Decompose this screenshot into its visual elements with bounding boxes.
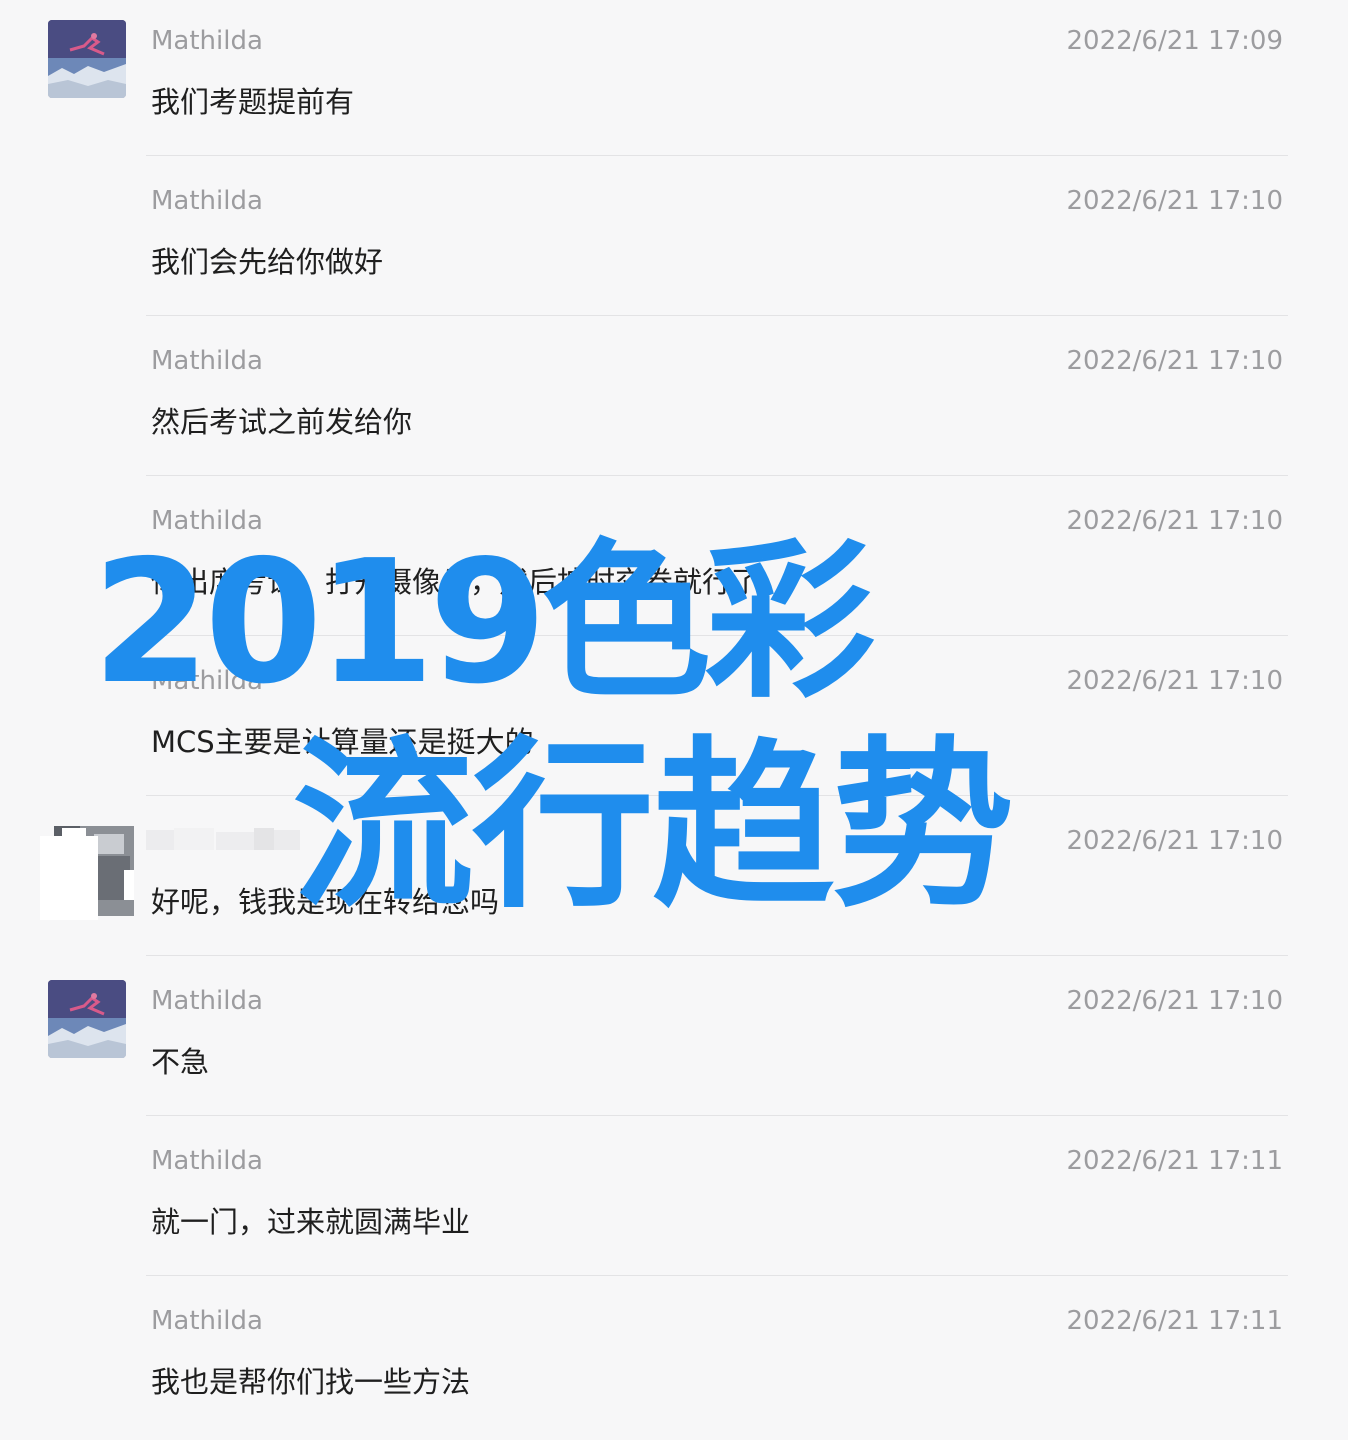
sender-name: Mathilda [151, 346, 263, 376]
sender-name: Mathilda [151, 1146, 263, 1176]
blurred-avatar-icon [40, 826, 134, 920]
message-item: Mathilda 2022/6/21 17:10 你出席考试，打开摄像头，然后按… [0, 480, 1348, 640]
divider [146, 315, 1288, 316]
message-item: Mathilda 2022/6/21 17:10 不急 [0, 960, 1348, 1120]
sender-name: Mathilda [151, 506, 263, 536]
message-item: Mathilda 2022/6/21 17:11 就一门，过来就圆满毕业 [0, 1120, 1348, 1280]
divider [146, 1275, 1288, 1276]
message-text[interactable]: 我也是帮你们找一些方法 [151, 1362, 470, 1402]
message-item: 2022/6/21 17:10 好呢，钱我是现在转给您吗 [0, 800, 1348, 960]
divider [146, 475, 1288, 476]
sender-name: Mathilda [151, 26, 263, 56]
divider [146, 955, 1288, 956]
message-item: Mathilda 2022/6/21 17:10 我们会先给你做好 [0, 160, 1348, 320]
message-text[interactable]: MCS主要是计算量还是挺大的 [151, 722, 534, 762]
chat-message-list: Mathilda 2022/6/21 17:09 我们考题提前有 Mathild… [0, 0, 1348, 1410]
redacted-name-graphic [146, 828, 300, 850]
message-text[interactable]: 我们考题提前有 [151, 82, 354, 122]
message-timestamp: 2022/6/21 17:10 [1066, 986, 1283, 1016]
sender-name: Mathilda [151, 186, 263, 216]
message-text[interactable]: 然后考试之前发给你 [151, 402, 412, 442]
contact-avatar[interactable] [48, 20, 126, 98]
message-timestamp: 2022/6/21 17:10 [1066, 506, 1283, 536]
sender-name: Mathilda [151, 666, 263, 696]
message-text[interactable]: 我们会先给你做好 [151, 242, 383, 282]
message-timestamp: 2022/6/21 17:09 [1066, 26, 1283, 56]
message-timestamp: 2022/6/21 17:10 [1066, 826, 1283, 856]
sender-name-blurred [146, 826, 306, 854]
message-timestamp: 2022/6/21 17:10 [1066, 186, 1283, 216]
message-item: Mathilda 2022/6/21 17:10 MCS主要是计算量还是挺大的 [0, 640, 1348, 800]
avatar-photo-icon [48, 20, 126, 98]
sender-name: Mathilda [151, 1306, 263, 1336]
avatar-photo-icon [48, 980, 126, 1058]
message-text[interactable]: 就一门，过来就圆满毕业 [151, 1202, 470, 1242]
divider [146, 155, 1288, 156]
divider [146, 635, 1288, 636]
message-timestamp: 2022/6/21 17:10 [1066, 666, 1283, 696]
message-text[interactable]: 好呢，钱我是现在转给您吗 [151, 882, 499, 922]
message-text[interactable]: 你出席考试，打开摄像头，然后按时交卷就行了 [151, 562, 760, 602]
message-timestamp: 2022/6/21 17:11 [1066, 1146, 1283, 1176]
message-timestamp: 2022/6/21 17:11 [1066, 1306, 1283, 1336]
message-timestamp: 2022/6/21 17:10 [1066, 346, 1283, 376]
divider [146, 795, 1288, 796]
message-item: Mathilda 2022/6/21 17:09 我们考题提前有 [0, 0, 1348, 160]
message-text[interactable]: 不急 [151, 1042, 209, 1082]
user-avatar[interactable] [40, 826, 134, 920]
message-item: Mathilda 2022/6/21 17:10 然后考试之前发给你 [0, 320, 1348, 480]
message-item: Mathilda 2022/6/21 17:11 我也是帮你们找一些方法 [0, 1280, 1348, 1440]
contact-avatar[interactable] [48, 980, 126, 1058]
divider [146, 1115, 1288, 1116]
sender-name: Mathilda [151, 986, 263, 1016]
